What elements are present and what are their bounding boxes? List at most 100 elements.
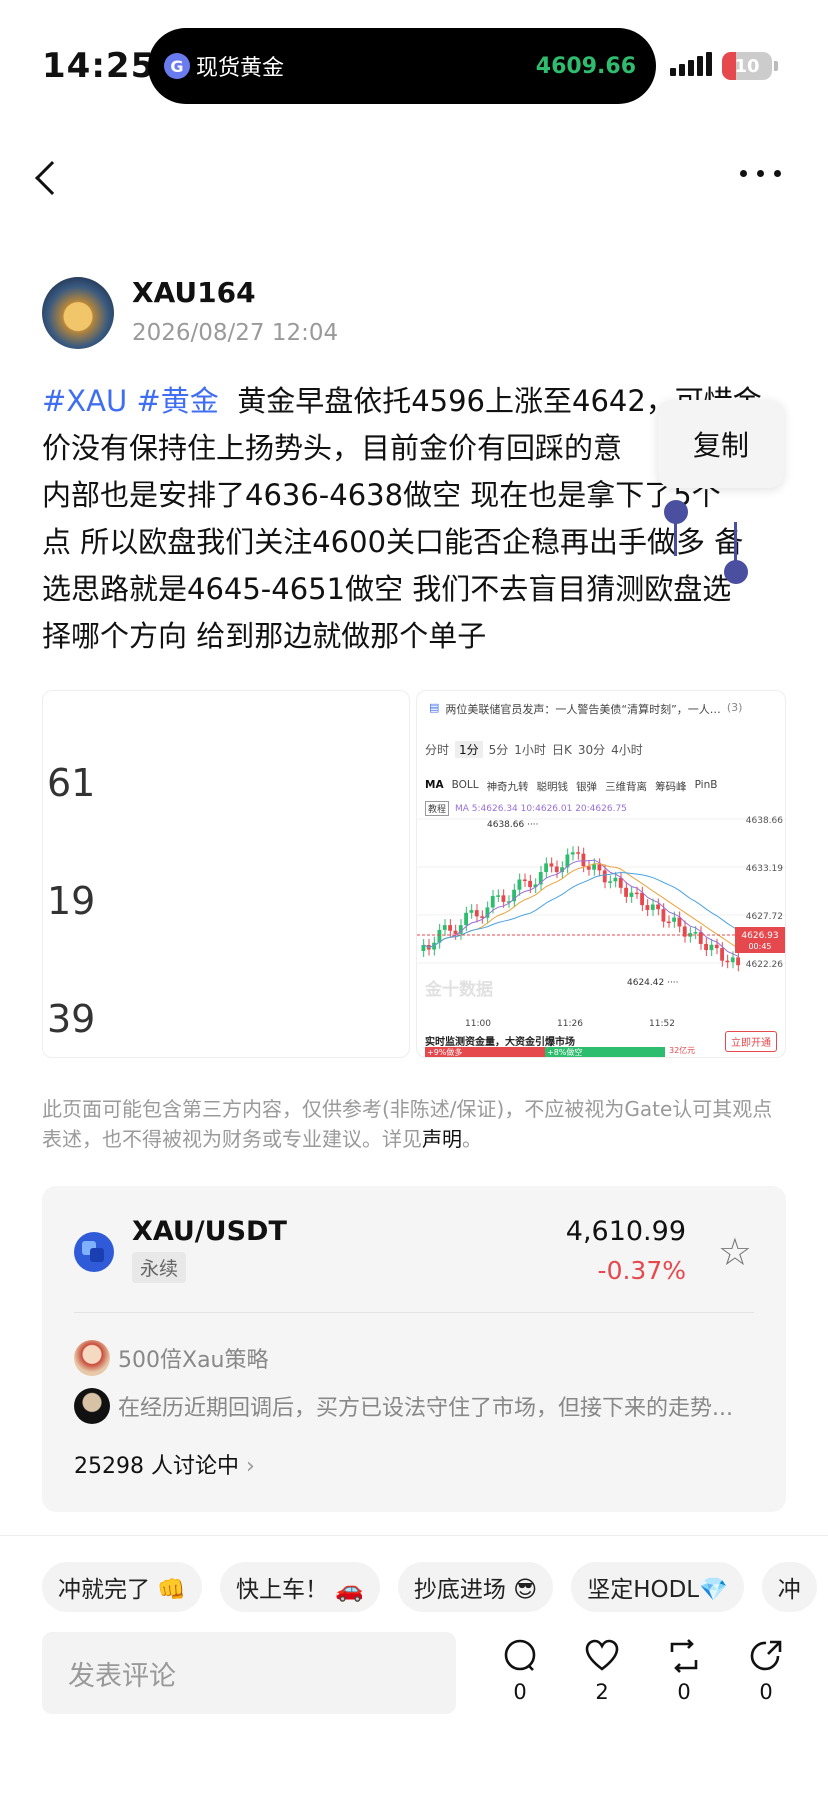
period-tab[interactable]: 1小时: [514, 741, 546, 758]
indicator-tab[interactable]: 神奇九转: [487, 779, 529, 794]
countdown-label: 00:45: [748, 942, 771, 951]
post-image-2[interactable]: ▤ 两位美联储官员发声：一人警告美债“清算时刻”，一人… (3) 分时 1分 5分 1…: [416, 690, 786, 1058]
author-name[interactable]: XAU164: [132, 276, 256, 309]
comment-input[interactable]: 发表评论: [42, 1632, 456, 1714]
selection-end-handle[interactable]: [724, 560, 748, 584]
candle-body: [496, 895, 500, 897]
live-activity-island[interactable]: G 现货黄金 4609.66: [148, 28, 656, 104]
market-card[interactable]: XAU/USDT 永续 4,610.99 -0.37% ☆ 500倍Xau策略 …: [42, 1186, 786, 1512]
xau-coin-icon: [74, 1232, 114, 1272]
share-action[interactable]: 0: [736, 1638, 796, 1704]
high-label: 4638.66 ····: [487, 820, 539, 830]
candle-body: [720, 948, 724, 961]
candle-body: [613, 877, 618, 882]
chevron-right-icon: ›: [245, 1454, 255, 1479]
like-count: 2: [595, 1680, 609, 1704]
discussion-snippet[interactable]: 在经历近期回调后，买方已设法守住了市场，但接下来的走势...: [74, 1388, 764, 1424]
snippet-text: 在经历近期回调后，买方已设法守住了市场，但接下来的走势...: [118, 1396, 733, 1421]
post-image-1[interactable]: 61 19 39: [42, 690, 410, 1058]
moving-average-line: [423, 859, 739, 957]
quick-reply-chip[interactable]: 快上车！ 🚗: [219, 1562, 380, 1612]
candle-body: [725, 960, 730, 963]
candle-body: [448, 925, 452, 931]
candle-body: [501, 895, 506, 902]
candle-body: [698, 932, 703, 944]
quick-reply-chip[interactable]: 冲就完了 👊: [42, 1562, 202, 1612]
island-label: 现货黄金: [196, 56, 285, 81]
candle-body: [490, 895, 495, 908]
author-avatar[interactable]: [42, 277, 114, 349]
share-count: 0: [759, 1680, 773, 1704]
indicator-tab[interactable]: MA: [425, 779, 444, 794]
copy-button[interactable]: 复制: [658, 400, 784, 488]
candle-body: [693, 932, 698, 934]
period-tab[interactable]: 1分: [455, 741, 483, 758]
current-price-label: 4626.93: [741, 931, 778, 941]
indicator-tab[interactable]: BOLL: [452, 779, 479, 794]
candle-body: [730, 957, 735, 963]
back-chevron-icon[interactable]: [35, 161, 69, 195]
indicator-tab[interactable]: 三维背离: [605, 779, 647, 794]
candle-body: [554, 866, 559, 873]
period-tab[interactable]: 分时: [425, 741, 449, 758]
candle-body: [618, 877, 623, 888]
share-icon: [750, 1640, 782, 1671]
period-tab[interactable]: 4小时: [611, 741, 643, 758]
candle-body: [624, 887, 628, 897]
indicator-tab[interactable]: PinB: [695, 779, 718, 794]
y-tick-label: 4627.72: [746, 912, 783, 922]
x-tick-label: 11:52: [649, 1019, 675, 1029]
indicator-tab[interactable]: 筹码峰: [655, 779, 687, 794]
period-tab[interactable]: 5分: [489, 741, 509, 758]
repost-count: 0: [677, 1680, 691, 1704]
more-options-icon[interactable]: [740, 170, 781, 177]
market-pair: XAU/USDT: [132, 1216, 287, 1247]
period-tabs: 分时 1分 5分 1小时 日K 30分 4小时: [425, 741, 643, 758]
candle-body: [474, 910, 479, 917]
indicator-tab[interactable]: 聪明钱: [537, 779, 569, 794]
candle-body: [549, 863, 554, 867]
disclaimer-end: 。: [462, 1127, 482, 1151]
candle-body: [666, 921, 671, 924]
candle-body: [453, 930, 458, 934]
status-time: 14:25: [42, 46, 156, 86]
doc-icon: ▤: [429, 701, 440, 714]
candle-body: [576, 852, 580, 854]
user-avatar: [74, 1388, 110, 1424]
candle-body: [736, 957, 740, 966]
candle-body: [704, 943, 708, 951]
discussion-user[interactable]: 500倍Xau策略: [74, 1340, 269, 1376]
bottom-divider: [0, 1535, 828, 1536]
quick-reply-chip[interactable]: 坚定HODL💎: [571, 1562, 744, 1612]
comment-count: 0: [513, 1680, 527, 1704]
chart-watermark: 金十数据: [425, 980, 493, 1000]
open-cta-button[interactable]: 立即开通: [725, 1031, 777, 1052]
y-tick-label: 4638.66: [746, 816, 783, 826]
comment-bubble-icon: [504, 1639, 536, 1671]
period-tab[interactable]: 日K: [552, 741, 572, 758]
y-tick-label: 4622.26: [746, 960, 783, 970]
indicator-tab[interactable]: 银弹: [576, 779, 597, 794]
gate-logo-icon: G: [164, 53, 190, 79]
post-line-5: 选思路就是4645-4651做空 我们不去盲目猜测欧盘选: [42, 572, 732, 606]
quick-reply-chip[interactable]: 抄底进场 😎: [397, 1562, 554, 1612]
hashtag-xau[interactable]: #XAU: [42, 384, 127, 418]
discussion-count-link[interactable]: 25298 人讨论中 ›: [74, 1448, 255, 1480]
user-avatar: [74, 1340, 110, 1376]
candle-body: [661, 909, 666, 922]
favorite-star-icon[interactable]: ☆: [718, 1230, 752, 1274]
battery-icon: 10: [722, 52, 778, 80]
indicator-tabs: MA BOLL 神奇九转 聪明钱 银弹 三维背离 筹码峰 PinB: [425, 779, 717, 794]
candle-body: [442, 925, 447, 930]
island-price: 4609.66: [535, 53, 636, 79]
quick-reply-chip[interactable]: 冲: [761, 1562, 817, 1612]
candle-body: [592, 864, 596, 870]
ma-tag: 教程: [425, 801, 450, 816]
like-action[interactable]: 2: [572, 1638, 632, 1704]
repost-action[interactable]: 0: [654, 1638, 714, 1704]
comment-action[interactable]: 0: [490, 1638, 550, 1704]
disclaimer-link[interactable]: 声明: [422, 1127, 462, 1151]
period-tab[interactable]: 30分: [578, 741, 605, 758]
hashtag-gold[interactable]: #黄金: [136, 384, 218, 418]
ma-readout: 教程 MA 5:4626.34 10:4626.01 20:4626.75: [425, 801, 627, 816]
